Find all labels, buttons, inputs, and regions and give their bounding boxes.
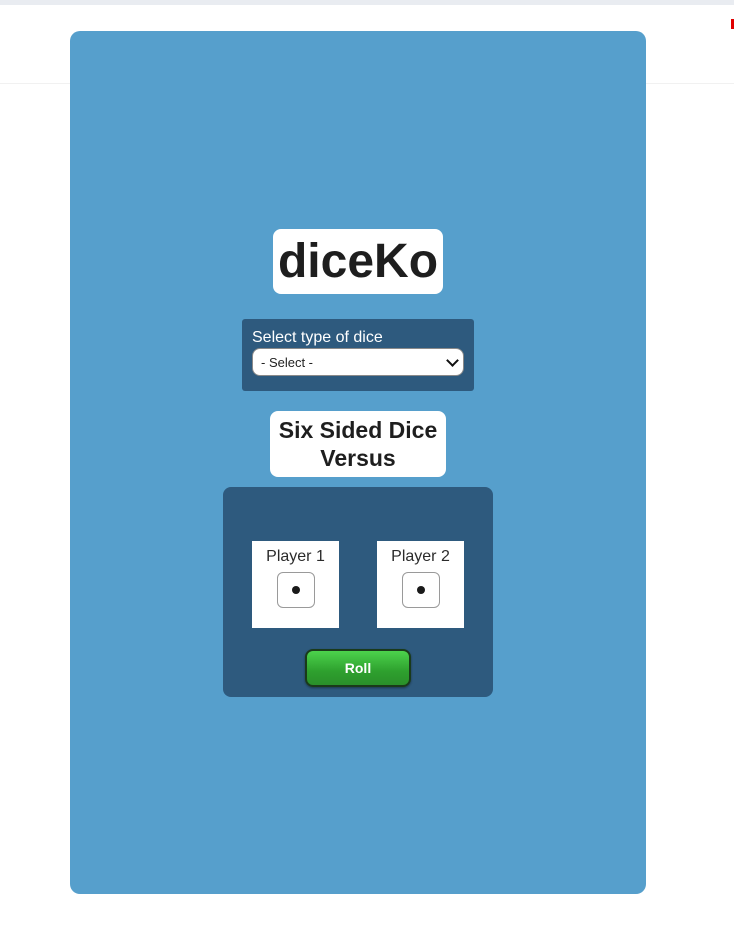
die-pip-icon bbox=[291, 586, 300, 594]
game-arena: Player 1 Player 2 Roll bbox=[223, 487, 493, 697]
game-mode-box: Six Sided Dice Versus bbox=[270, 411, 446, 477]
chevron-down-icon bbox=[446, 353, 459, 367]
player-2-name: Player 2 bbox=[391, 548, 450, 565]
dice-type-label: Select type of dice bbox=[252, 329, 383, 346]
dice-type-select[interactable]: - Select - bbox=[252, 348, 464, 376]
game-mode-dice-type: Six Sided Dice bbox=[278, 417, 438, 443]
player-1-card: Player 1 bbox=[252, 541, 339, 628]
dice-type-selector: Select type of dice - Select - bbox=[242, 319, 474, 391]
game-mode-versus: Versus bbox=[320, 445, 396, 471]
app-title-box: diceKo bbox=[273, 229, 443, 294]
player-1-name: Player 1 bbox=[266, 548, 325, 565]
player-1-die bbox=[276, 572, 315, 608]
dice-type-selected-value: - Select - bbox=[261, 354, 314, 370]
app-title: diceKo bbox=[277, 235, 439, 288]
die-pip-icon bbox=[416, 586, 425, 594]
player-2-card: Player 2 bbox=[377, 541, 464, 628]
player-2-die bbox=[401, 572, 440, 608]
roll-button[interactable]: Roll bbox=[305, 649, 411, 687]
